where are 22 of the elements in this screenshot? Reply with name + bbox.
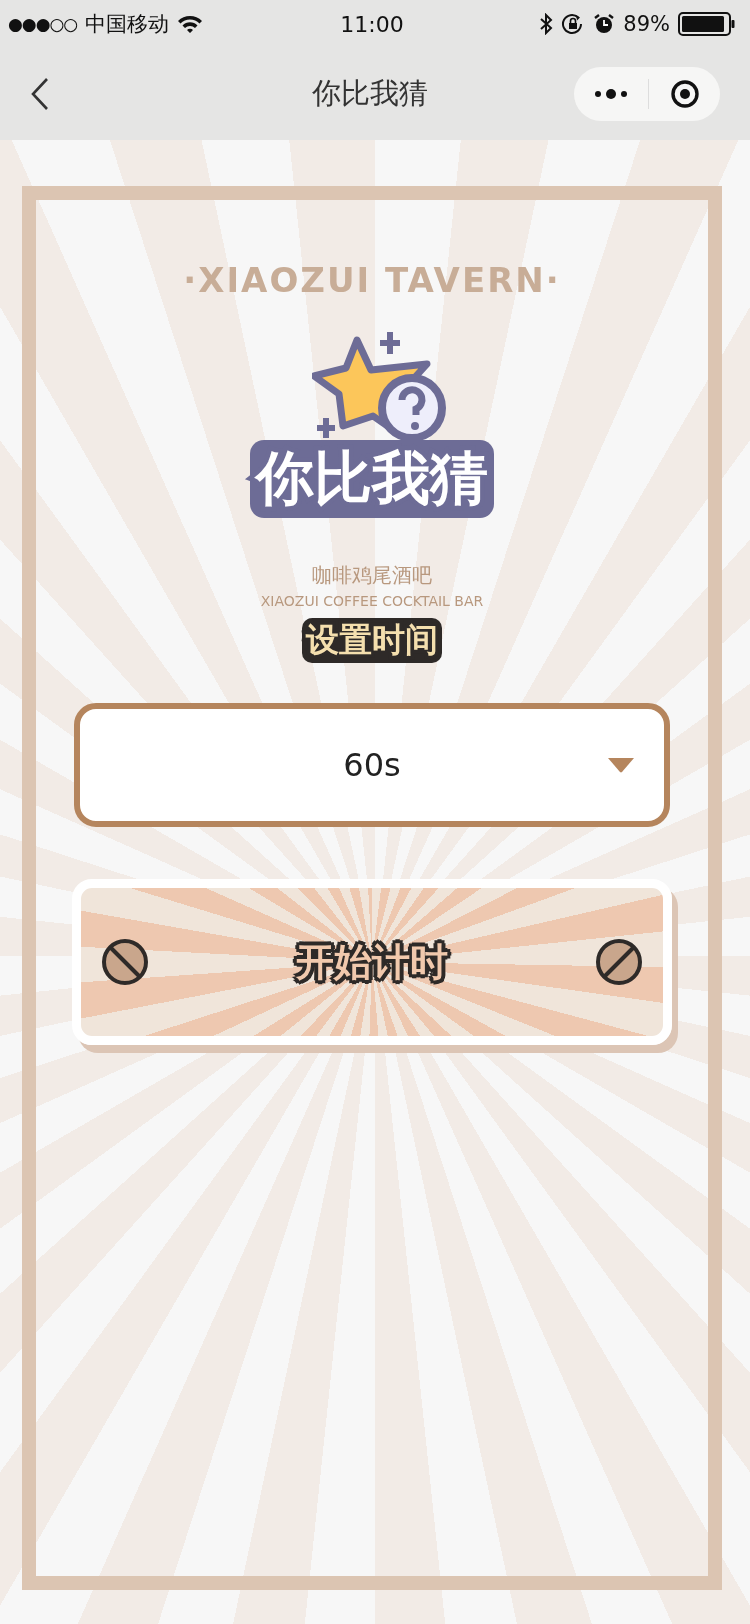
close-button[interactable] xyxy=(669,79,700,109)
logo-tagline: XIAOZUI COFFEE COCKTAIL BAR xyxy=(260,593,484,609)
more-options-button[interactable] xyxy=(594,87,629,101)
clock-time: 11:00 xyxy=(340,11,404,37)
battery-icon xyxy=(678,12,736,36)
carrier-name: 中国移动 xyxy=(85,11,170,38)
time-dropdown[interactable]: 60s xyxy=(74,703,670,827)
logo-subtitle: 咖啡鸡尾酒吧 xyxy=(312,562,432,589)
signal-strength: ●●●○○ xyxy=(8,14,78,34)
bluetooth-icon xyxy=(539,13,554,35)
back-button[interactable] xyxy=(30,77,50,111)
screw-icon xyxy=(595,938,643,986)
battery-percentage: 89% xyxy=(623,12,670,36)
alarm-clock-icon xyxy=(593,13,616,35)
game-title: 你比我猜 xyxy=(250,440,494,518)
start-timer-button[interactable]: 开始计时 xyxy=(72,879,672,1045)
caret-icon xyxy=(606,756,636,774)
screw-icon xyxy=(101,938,149,986)
wifi-icon xyxy=(177,14,204,34)
time-label: 设置时间 xyxy=(302,618,442,663)
logo-text: ·XIAOZUI TAVERN· xyxy=(183,260,561,300)
page-title: 你比我猜 xyxy=(311,75,428,112)
